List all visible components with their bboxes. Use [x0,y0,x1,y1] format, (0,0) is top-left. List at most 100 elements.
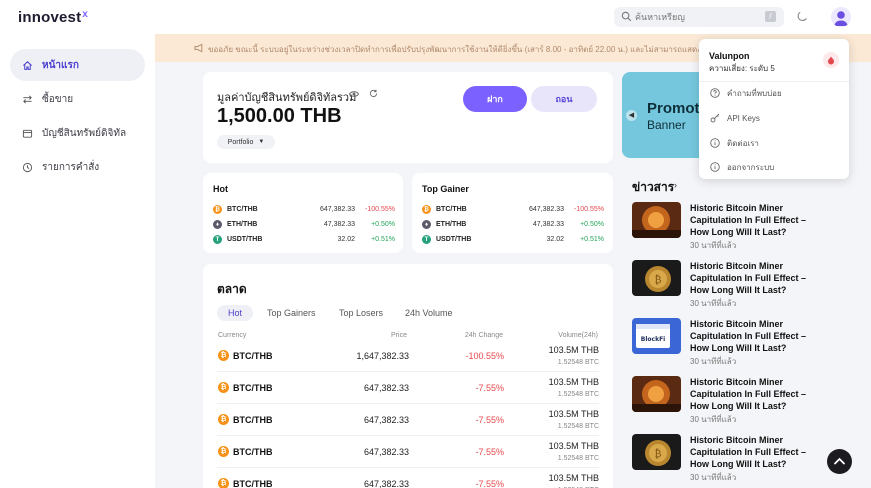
portfolio-selector[interactable]: Portfolio ▼ [217,135,275,149]
column-header-change: 24h Change [464,332,503,339]
news-title[interactable]: ข่าวสาร [632,178,674,197]
sidebar-item-trade[interactable]: ซื้อขาย [10,83,145,115]
ticker-change: +0.50% [580,221,604,228]
news-headline: Historic Bitcoin Miner Capitulation In F… [690,435,807,469]
profile-name: Valunpon [709,51,750,61]
svg-text:BlockFi: BlockFi [641,336,665,343]
ticker-price: 32.02 [546,236,564,243]
ticker-row[interactable]: T USDT/THB 32.02 +0.51% [422,235,604,247]
row-symbol: BTC/THB [233,447,273,457]
portfolio-selector-label: Portfolio [227,138,254,146]
search-icon [621,11,632,22]
ticker-row[interactable]: ♦ ETH/THB 47,382.33 +0.50% [213,220,395,232]
ticker-row[interactable]: ₿ BTC/THB 647,382.33 -100.55% [213,205,395,217]
menu-item-faq[interactable]: คำถามที่พบบ่อย [710,85,840,101]
table-row[interactable]: ₿ BTC/THB 1,647,382.33 -100.55% 103.5M THB 1.… [217,341,599,372]
sidebar: หน้าแรก ซื้อขาย บัญชีสินทรัพย์ดิจิทัล รา… [0,34,155,488]
top-bar: innovestx / [0,0,871,34]
ticker-change: +0.51% [580,236,604,243]
row-symbol: BTC/THB [233,351,273,361]
withdraw-button[interactable]: ถอน [531,86,597,112]
eth-icon: ♦ [422,220,431,229]
btc-icon: ₿ [218,382,229,393]
row-symbol: BTC/THB [233,383,273,393]
swap-icon [23,95,32,103]
market-card: ตลาด Hot Top Gainers Top Losers 24h Volu… [203,264,613,488]
scroll-to-top-button[interactable] [827,449,852,474]
tab-top-losers[interactable]: Top Losers [329,305,393,321]
menu-item-logout[interactable]: ออกจากระบบ [710,159,840,175]
portfolio-title: มูลค่าบัญชีสินทรัพย์ดิจิทัลรวม [217,92,357,104]
info-icon [710,138,720,148]
profile-dropdown: Valunpon ความเสี่ยง: ระดับ 5 คำถามที่พบบ… [699,39,849,179]
menu-item-api-keys[interactable]: API Keys [710,110,840,126]
news-timestamp: 30 นาทีที่แล้ว [690,415,737,424]
news-item[interactable]: ₿ Historic Bitcoin Miner Capitulation In … [632,260,812,312]
column-header-volume: Volume(24h) [558,332,598,339]
deposit-button[interactable]: ฝาก [463,86,527,112]
ticker-symbol: ETH/THB [227,221,258,228]
row-price: 647,382.33 [363,479,409,488]
ticker-row[interactable]: T USDT/THB 32.02 +0.51% [213,235,395,247]
ticker-change: -100.55% [365,206,395,213]
menu-item-label: ติดต่อเรา [727,138,759,148]
menu-item-label: ออกจากระบบ [727,162,775,172]
risk-badge-icon [823,52,839,68]
search-input[interactable] [635,9,755,25]
eye-icon[interactable] [349,90,359,98]
row-price: 647,382.33 [363,415,409,425]
ticker-row[interactable]: ♦ ETH/THB 47,382.33 +0.50% [422,220,604,232]
news-thumbnail [632,376,681,412]
logo-text: innovest [18,9,82,26]
user-avatar-button[interactable] [831,7,851,27]
top-gainer-title: Top Gainer [422,184,469,194]
row-symbol: BTC/THB [233,415,273,425]
table-row[interactable]: ₿BTC/THB647,382.33-7.55%103.5M THB1.5254… [217,469,599,488]
svg-text:₿: ₿ [655,448,662,460]
news-item[interactable]: Historic Bitcoin Miner Capitulation In F… [632,376,812,428]
tab-hot[interactable]: Hot [217,305,253,321]
sidebar-item-label: รายการคำสั่ง [42,161,100,173]
row-change: -7.55% [475,447,504,457]
user-avatar-icon [834,11,848,26]
ticker-change: -100.55% [574,206,604,213]
sidebar-item-wallet[interactable]: บัญชีสินทรัพย์ดิจิทัล [10,117,145,149]
column-header-price: Price [391,332,407,339]
logo[interactable]: innovestx [18,9,88,26]
ticker-symbol: BTC/THB [227,206,258,213]
ticker-price: 32.02 [337,236,355,243]
profile-risk-level: ความเสี่ยง: ระดับ 5 [709,64,775,73]
dark-mode-toggle-icon[interactable] [796,11,808,23]
portfolio-amount: 1,500.00 THB [217,105,342,127]
chevron-right-icon[interactable]: › [674,180,677,190]
megaphone-icon [194,43,203,53]
table-row[interactable]: ₿BTC/THB647,382.33-7.55%103.5M THB1.5254… [217,437,599,468]
sidebar-item-label: บัญชีสินทรัพย์ดิจิทัล [42,127,127,139]
refresh-icon[interactable] [369,89,378,98]
help-icon [710,88,720,98]
news-thumbnail [632,202,681,238]
tab-24h-volume[interactable]: 24h Volume [395,305,463,321]
sidebar-item-home[interactable]: หน้าแรก [10,49,145,81]
row-change: -7.55% [475,479,504,488]
table-row[interactable]: ₿BTC/THB647,382.33-7.55%103.5M THB1.5254… [217,405,599,436]
banner-prev-icon[interactable]: ◀ [626,110,637,121]
btc-icon: ₿ [213,205,222,214]
search-box[interactable]: / [614,7,784,27]
ticker-row[interactable]: ₿ BTC/THB 647,382.33 -100.55% [422,205,604,217]
news-thumbnail: ₿ [632,260,681,296]
ticker-price: 647,382.33 [528,206,564,213]
row-price: 647,382.33 [363,447,409,457]
table-row[interactable]: ₿BTC/THB647,382.33-7.55%103.5M THB1.5254… [217,373,599,404]
menu-item-contact[interactable]: ติดต่อเรา [710,135,840,151]
news-item[interactable]: BlockFi Historic Bitcoin Miner Capitulati… [632,318,812,370]
news-item[interactable]: ₿ Historic Bitcoin Miner Capitulation In … [632,434,812,486]
row-price: 1,647,382.33 [356,351,409,361]
news-item[interactable]: Historic Bitcoin Miner Capitulation In F… [632,202,812,254]
sidebar-item-orders[interactable]: รายการคำสั่ง [10,151,145,183]
tab-top-gainers[interactable]: Top Gainers [257,305,326,321]
ticker-price: 47,382.33 [323,221,355,228]
menu-item-label: คำถามที่พบบ่อย [727,88,782,98]
ticker-symbol: ETH/THB [436,221,467,228]
ticker-symbol: USDT/THB [227,236,263,243]
